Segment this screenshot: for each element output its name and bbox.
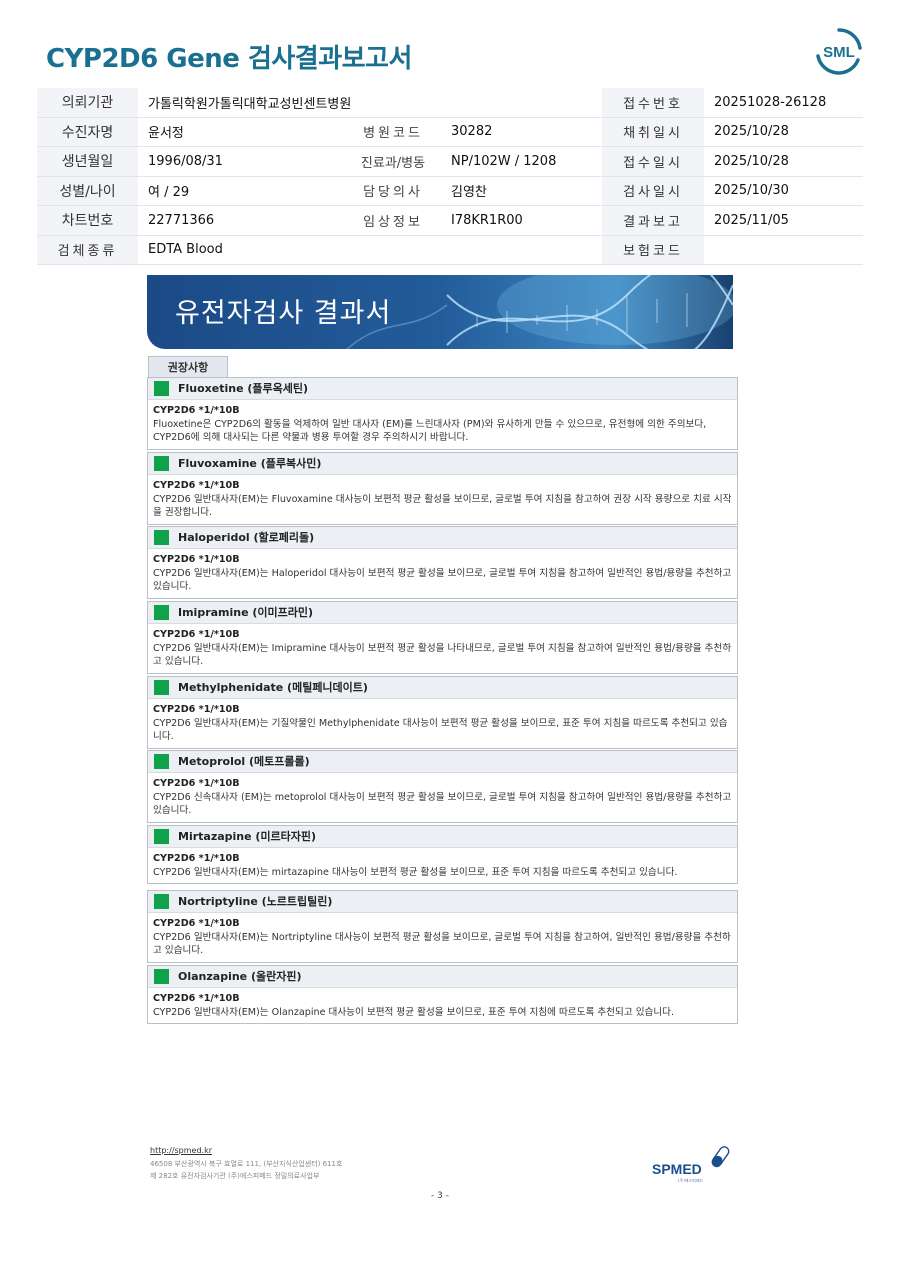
patient-name-label: 수진자명	[37, 117, 138, 147]
genotype: CYP2D6 *1/*10B	[153, 480, 240, 491]
genotype: CYP2D6 *1/*10B	[153, 554, 240, 565]
recommendation-text: CYP2D6 일반대사자(EM)는 기질약물인 Methylphenidate …	[153, 717, 728, 743]
genotype: CYP2D6 *1/*10B	[153, 704, 240, 715]
insurance-code-label: 보험코드	[602, 235, 704, 265]
banner-title: 유전자검사 결과서	[175, 298, 392, 329]
drug-name: Haloperidol (할로페리돌)	[178, 531, 315, 544]
recommendation-text: CYP2D6 일반대사자(EM)는 Olanzapine 대사능이 보편적 평균…	[153, 1006, 675, 1018]
clinical-info-label: 임상정보	[345, 205, 441, 236]
report-date-label: 결과보고	[602, 205, 704, 236]
recommendation-card-olanzapine: Olanzapine (올란자핀) CYP2D6 *1/*10B CYP2D6 일…	[147, 965, 738, 1024]
recommendation-card-fluoxetine: Fluoxetine (플루옥세틴) CYP2D6 *1/*10B Fluoxet…	[147, 377, 738, 450]
doctor-value: 김영찬	[441, 176, 602, 206]
receipt-number-value: 20251028-26128	[704, 88, 863, 118]
green-marker-icon	[154, 680, 169, 695]
footer-address: 46508 부산광역시 북구 효열로 111, (부산지식산업센터) 611호 …	[150, 1158, 342, 1182]
green-marker-icon	[154, 605, 169, 620]
drug-name: Methylphenidate (메틸페니데이트)	[178, 681, 368, 694]
test-date-value: 2025/10/30	[704, 176, 863, 206]
info-row: 생년월일 1996/08/31 진료과/병동 NP/102W / 1208 접수…	[37, 146, 863, 177]
recommendation-card-fluvoxamine: Fluvoxamine (플루복사민) CYP2D6 *1/*10B CYP2D6…	[147, 452, 738, 525]
genotype: CYP2D6 *1/*10B	[153, 405, 240, 416]
recommendation-text: CYP2D6 일반대사자(EM)는 Haloperidol 대사능이 보편적 평…	[153, 567, 732, 593]
spmed-logo: SPMED (주)에스피메드	[652, 1146, 730, 1183]
hospital-code-value: 30282	[441, 117, 602, 147]
spmed-logo-text: SPMED	[652, 1161, 702, 1177]
clinical-info-value: I78KR1R00	[441, 205, 602, 236]
requesting-org-label: 의뢰기관	[37, 88, 138, 118]
specimen-type-label: 검체종류	[37, 235, 138, 265]
recommendation-card-haloperidol: Haloperidol (할로페리돌) CYP2D6 *1/*10B CYP2D6…	[147, 526, 738, 599]
genotype: CYP2D6 *1/*10B	[153, 918, 240, 929]
genotype: CYP2D6 *1/*10B	[153, 993, 240, 1004]
insurance-code-value	[704, 235, 863, 265]
specimen-type-value: EDTA Blood	[138, 235, 602, 265]
sml-logo: SML	[816, 28, 862, 75]
green-marker-icon	[154, 894, 169, 909]
green-marker-icon	[154, 754, 169, 769]
green-marker-icon	[154, 969, 169, 984]
footer-address-line: 46508 부산광역시 북구 효열로 111, (부산지식산업센터) 611호	[150, 1160, 343, 1168]
genotype: CYP2D6 *1/*10B	[153, 778, 240, 789]
patient-info-table: 의뢰기관 가톨릭학원가톨릭대학교성빈센트병원 접수번호 20251028-261…	[37, 88, 863, 265]
report-date-value: 2025/11/05	[704, 205, 863, 236]
info-row: 성별/나이 여 / 29 담당의사 김영찬 검사일시 2025/10/30	[37, 176, 863, 206]
page-number: - 3 -	[431, 1191, 449, 1201]
drug-name: Mirtazapine (미르타자핀)	[178, 830, 317, 843]
recommendation-card-mirtazapine: Mirtazapine (미르타자핀) CYP2D6 *1/*10B CYP2D6…	[147, 825, 738, 884]
genetic-test-banner: 유전자검사 결과서	[147, 275, 733, 349]
receipt-date-value: 2025/10/28	[704, 146, 863, 177]
recommendation-card-metoprolol: Metoprolol (메토프롤롤) CYP2D6 *1/*10B CYP2D6 …	[147, 750, 738, 823]
recommendation-text: CYP2D6 일반대사자(EM)는 Imipramine 대사능이 보편적 평균…	[153, 642, 732, 668]
drug-name: Imipramine (이미프라민)	[178, 606, 314, 619]
recommendation-text: CYP2D6 일반대사자(EM)는 Nortriptyline 대사능이 보편적…	[153, 931, 731, 957]
report-title: CYP2D6 Gene 검사결과보고서	[46, 44, 412, 74]
green-marker-icon	[154, 829, 169, 844]
sex-age-value: 여 / 29	[138, 176, 345, 206]
requesting-org-value: 가톨릭학원가톨릭대학교성빈센트병원	[138, 88, 602, 118]
patient-name-value: 윤서정	[138, 117, 345, 147]
chart-number-value: 22771366	[138, 205, 345, 236]
genotype: CYP2D6 *1/*10B	[153, 629, 240, 640]
recommendation-text: CYP2D6 일반대사자(EM)는 Fluvoxamine 대사능이 보편적 평…	[153, 493, 732, 519]
chart-number-label: 차트번호	[37, 205, 138, 236]
drug-name: Fluoxetine (플루옥세틴)	[178, 382, 309, 395]
info-row: 차트번호 22771366 임상정보 I78KR1R00 결과보고 2025/1…	[37, 205, 863, 236]
department-value: NP/102W / 1208	[441, 146, 602, 177]
drug-name: Metoprolol (메토프롤롤)	[178, 755, 310, 768]
birth-date-label: 생년월일	[37, 146, 138, 177]
hospital-code-label: 병원코드	[345, 117, 441, 147]
collection-date-label: 채취일시	[602, 117, 704, 147]
department-label: 진료과/병동	[345, 146, 441, 177]
test-date-label: 검사일시	[602, 176, 704, 206]
collection-date-value: 2025/10/28	[704, 117, 863, 147]
recommendation-card-imipramine: Imipramine (이미프라민) CYP2D6 *1/*10B CYP2D6 …	[147, 601, 738, 674]
sex-age-label: 성별/나이	[37, 176, 138, 206]
green-marker-icon	[154, 456, 169, 471]
recommendation-text: CYP2D6 일반대사자(EM)는 mirtazapine 대사능이 보편적 평…	[153, 866, 678, 878]
info-row: 검체종류 EDTA Blood 보험코드	[37, 235, 863, 265]
green-marker-icon	[154, 381, 169, 396]
recommendation-text: CYP2D6 신속대사자 (EM)는 metoprolol 대사능이 보편적 평…	[153, 791, 732, 817]
recommendation-card-nortriptyline: Nortriptyline (노르트립틸린) CYP2D6 *1/*10B CYP…	[147, 890, 738, 963]
info-row: 수진자명 윤서정 병원코드 30282 채취일시 2025/10/28	[37, 117, 863, 147]
doctor-label: 담당의사	[345, 176, 441, 206]
receipt-number-label: 접수번호	[602, 88, 704, 118]
recommendation-text: Fluoxetine은 CYP2D6의 활동을 억제하여 일반 대사자 (EM)…	[153, 418, 707, 444]
drug-name: Nortriptyline (노르트립틸린)	[178, 895, 333, 908]
recommendations-tab: 권장사항	[148, 356, 228, 378]
footer-address-line: 제 282호 유전자검사기관 (주)에스피메드 정밀의료사업부	[150, 1172, 320, 1180]
info-row: 의뢰기관 가톨릭학원가톨릭대학교성빈센트병원 접수번호 20251028-261…	[37, 88, 863, 118]
green-marker-icon	[154, 530, 169, 545]
spmed-logo-subtext: (주)에스피메드	[678, 1177, 704, 1183]
receipt-date-label: 접수일시	[602, 146, 704, 177]
sml-logo-text: SML	[823, 44, 855, 61]
birth-date-value: 1996/08/31	[138, 146, 345, 177]
footer-url-link[interactable]: http://spmed.kr	[150, 1146, 212, 1155]
recommendation-card-methylphenidate: Methylphenidate (메틸페니데이트) CYP2D6 *1/*10B…	[147, 676, 738, 749]
genotype: CYP2D6 *1/*10B	[153, 853, 240, 864]
drug-name: Olanzapine (올란자핀)	[178, 970, 302, 983]
drug-name: Fluvoxamine (플루복사민)	[178, 457, 322, 470]
